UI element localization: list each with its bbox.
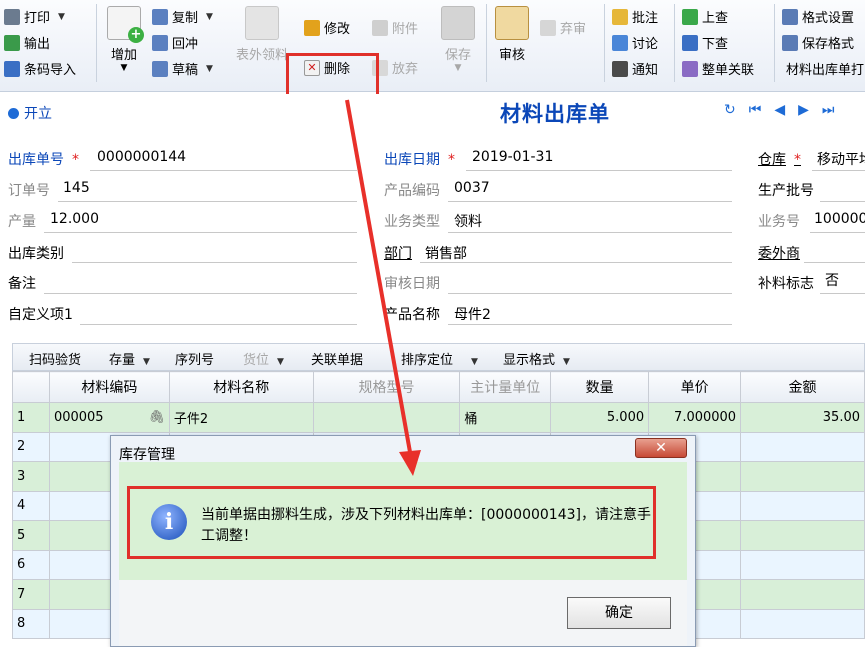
annotation-arrow xyxy=(345,99,421,476)
arrow-head xyxy=(399,450,421,476)
arrow-shaft xyxy=(345,99,412,453)
